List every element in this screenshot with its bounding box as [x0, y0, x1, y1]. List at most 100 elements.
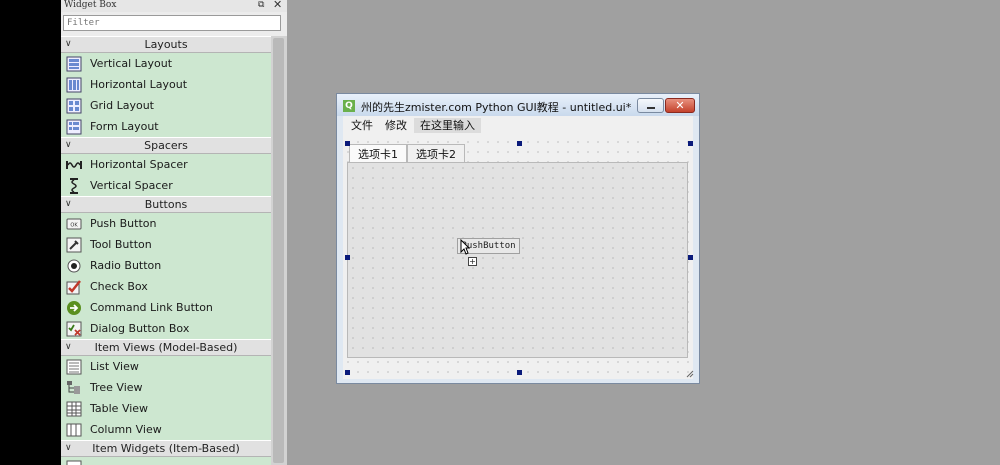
widget-item-label: Radio Button: [90, 259, 162, 272]
category-label: Item Views (Model-Based): [94, 341, 238, 354]
menubar: 文件 修改 在这里输入: [343, 116, 693, 135]
svg-text:OK: OK: [70, 223, 78, 229]
vertical-spacer-icon: [70, 178, 78, 194]
widget-box-panel: Widget Box ⧉ ✕ ∨ Layouts Vertical Layout…: [61, 0, 287, 465]
minimize-icon: [647, 107, 655, 109]
category-label: Buttons: [144, 198, 188, 211]
widget-item-label: Table View: [90, 402, 149, 415]
widget-item-vertical-spacer[interactable]: Vertical Spacer: [61, 175, 271, 196]
selection-handle[interactable]: [517, 141, 522, 146]
widget-item-label: Vertical Spacer: [90, 179, 173, 192]
selection-handle[interactable]: [345, 255, 350, 260]
selection-handle[interactable]: [345, 370, 350, 375]
widget-item-command-link-button[interactable]: Command Link Button: [61, 297, 271, 318]
chevron-down-icon: ∨: [65, 443, 72, 453]
widget-item-label: Check Box: [90, 280, 148, 293]
table-view-icon: [66, 401, 82, 417]
grid-layout-icon: [66, 98, 82, 114]
command-link-icon: [67, 301, 81, 315]
widget-box-title: Widget Box: [64, 0, 117, 10]
widget-item-list-widget[interactable]: [61, 457, 271, 465]
widget-item-label: Column View: [90, 423, 162, 436]
category-spacers[interactable]: ∨ Spacers: [61, 137, 271, 154]
tab-2[interactable]: 选项卡2: [407, 144, 465, 163]
widget-item-grid-layout[interactable]: Grid Layout: [61, 95, 271, 116]
widget-item-form-layout[interactable]: Form Layout: [61, 116, 271, 137]
filter-input[interactable]: [63, 15, 281, 31]
category-label: Item Widgets (Item-Based): [92, 442, 240, 455]
widget-item-tool-button[interactable]: Tool Button: [61, 234, 271, 255]
chevron-down-icon: ∨: [65, 140, 72, 150]
widget-item-vertical-layout[interactable]: Vertical Layout: [61, 53, 271, 74]
widget-item-column-view[interactable]: Column View: [61, 419, 271, 440]
horizontal-spacer-icon: [66, 161, 82, 169]
radio-button-icon: [67, 259, 81, 273]
list-view-icon: [66, 359, 82, 375]
widget-item-label: Push Button: [90, 217, 157, 230]
menu-edit[interactable]: 修改: [385, 118, 407, 133]
close-button[interactable]: ✕: [665, 98, 695, 113]
category-buttons[interactable]: ∨ Buttons: [61, 196, 271, 213]
widget-item-label: Form Layout: [90, 120, 159, 133]
chevron-down-icon: ∨: [65, 39, 72, 49]
chevron-down-icon: ∨: [65, 199, 72, 209]
widget-list: ∨ Layouts Vertical Layout Horizontal Lay…: [61, 36, 271, 465]
resize-grip-icon[interactable]: [684, 368, 694, 378]
widget-item-label: Command Link Button: [90, 301, 213, 314]
widget-box-titlebar: Widget Box ⧉ ✕: [61, 0, 287, 12]
widget-item-label: Tree View: [90, 381, 143, 394]
widget-item-horizontal-layout[interactable]: Horizontal Layout: [61, 74, 271, 95]
category-item-views[interactable]: ∨ Item Views (Model-Based): [61, 339, 271, 356]
tree-view-icon: [67, 381, 80, 394]
float-icon[interactable]: ⧉: [258, 0, 264, 11]
widget-item-check-box[interactable]: Check Box: [61, 276, 271, 297]
widget-item-radio-button[interactable]: Radio Button: [61, 255, 271, 276]
check-box-icon: [66, 280, 81, 295]
selection-handle[interactable]: [688, 255, 693, 260]
form-layout-icon: [66, 119, 82, 135]
list-widget-icon: [66, 460, 82, 465]
widget-item-table-view[interactable]: Table View: [61, 398, 271, 419]
window-title: 州的先生zmister.com Python GUI教程 - untitled.…: [361, 101, 632, 114]
selection-handle[interactable]: [688, 141, 693, 146]
selection-handle[interactable]: [345, 141, 350, 146]
widget-item-tree-view[interactable]: Tree View: [61, 377, 271, 398]
widget-item-label: Tool Button: [90, 238, 152, 251]
widget-item-label: List View: [90, 360, 139, 373]
widget-item-horizontal-spacer[interactable]: Horizontal Spacer: [61, 154, 271, 175]
widget-item-label: Horizontal Spacer: [90, 158, 188, 171]
category-label: Layouts: [144, 38, 188, 51]
widget-item-label: Grid Layout: [90, 99, 154, 112]
desktop-edge: [0, 0, 61, 465]
dialog-button-box-icon: [66, 321, 82, 337]
category-label: Spacers: [144, 139, 188, 152]
menu-file[interactable]: 文件: [351, 118, 373, 133]
chevron-down-icon: ∨: [65, 342, 72, 352]
qt-app-icon: Q: [343, 100, 355, 112]
horizontal-layout-icon: [66, 77, 82, 93]
mouse-cursor-icon: [460, 239, 470, 255]
widget-box-scrollbar[interactable]: [271, 36, 287, 465]
push-button-icon: OK: [66, 218, 82, 230]
close-icon[interactable]: ✕: [273, 0, 282, 10]
category-item-widgets[interactable]: ∨ Item Widgets (Item-Based): [61, 440, 271, 457]
tab-pane[interactable]: [347, 162, 688, 358]
tab-bar: 选项卡1 选项卡2: [349, 144, 639, 164]
vertical-layout-icon: [66, 56, 82, 72]
widget-item-label: Dialog Button Box: [90, 322, 190, 335]
category-layouts[interactable]: ∨ Layouts: [61, 36, 271, 53]
widget-item-dialog-button-box[interactable]: Dialog Button Box: [61, 318, 271, 339]
widget-item-push-button[interactable]: OK Push Button: [61, 213, 271, 234]
widget-item-label: Vertical Layout: [90, 57, 173, 70]
selection-handle[interactable]: [517, 370, 522, 375]
widget-item-label: Horizontal Layout: [90, 78, 188, 91]
tool-button-icon: [66, 237, 82, 253]
add-cursor-icon: +: [468, 257, 477, 266]
menu-type-here[interactable]: 在这里输入: [414, 118, 481, 133]
widget-item-list-view[interactable]: List View: [61, 356, 271, 377]
tab-1[interactable]: 选项卡1: [349, 144, 407, 164]
column-view-icon: [66, 423, 82, 437]
form-titlebar[interactable]: Q 州的先生zmister.com Python GUI教程 - untitle…: [337, 94, 699, 116]
scrollbar-thumb[interactable]: [273, 38, 284, 463]
minimize-button[interactable]: [637, 98, 664, 113]
